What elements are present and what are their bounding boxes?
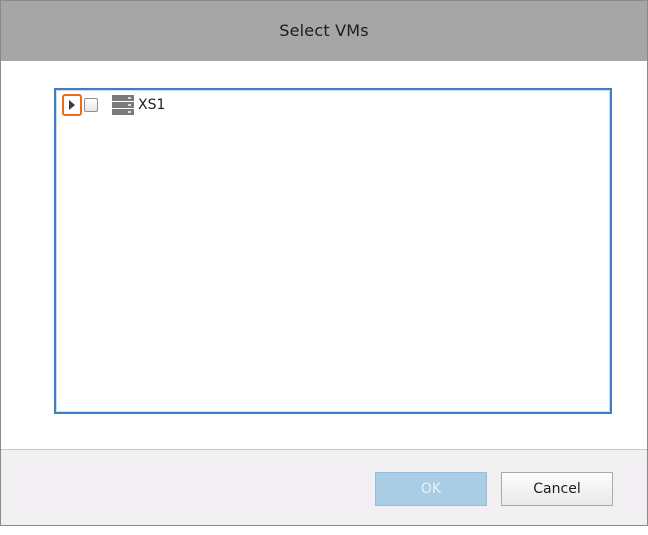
tree-node-label: XS1 xyxy=(138,97,166,113)
cancel-button[interactable]: Cancel xyxy=(501,472,613,506)
dialog-titlebar: Select VMs xyxy=(1,1,647,61)
server-icon xyxy=(112,95,134,115)
dialog-title: Select VMs xyxy=(279,21,369,40)
dialog-footer: OK Cancel xyxy=(1,449,647,525)
select-vms-dialog: Select VMs XS1 OK Cancel xyxy=(0,0,648,526)
expand-arrow-icon[interactable] xyxy=(62,94,82,116)
vm-tree-view[interactable]: XS1 xyxy=(54,88,612,414)
ok-button[interactable]: OK xyxy=(375,472,487,506)
background-strip xyxy=(0,526,648,535)
tree-node-xs1[interactable]: XS1 xyxy=(62,94,165,116)
node-checkbox[interactable] xyxy=(84,98,98,112)
